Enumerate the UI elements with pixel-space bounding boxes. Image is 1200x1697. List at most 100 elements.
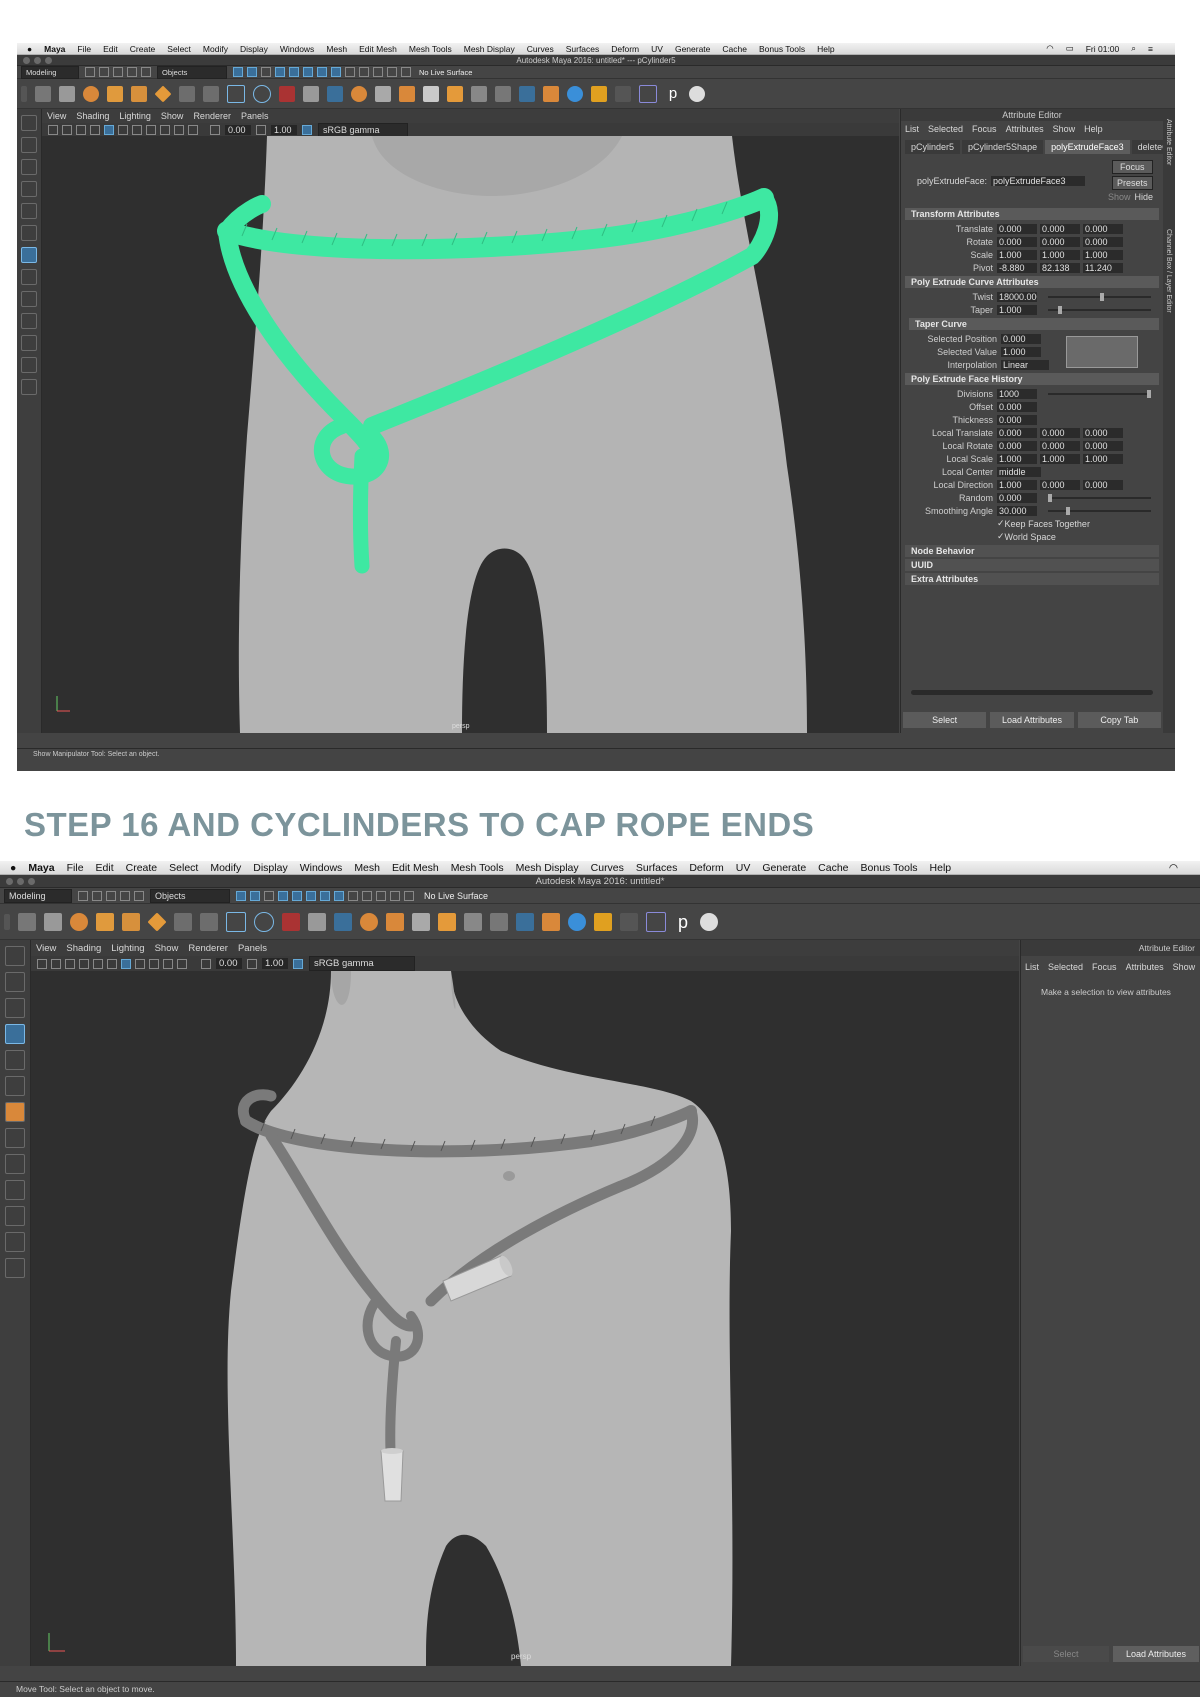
- tab-polyextrudeface3[interactable]: polyExtrudeFace3: [1045, 140, 1130, 154]
- grid-shelf-icon[interactable]: [412, 912, 430, 931]
- ae-menu-focus[interactable]: Focus: [972, 124, 997, 134]
- app-menu[interactable]: Maya: [44, 44, 65, 54]
- copy-tab-button[interactable]: Copy Tab: [1077, 712, 1161, 728]
- single-view-icon[interactable]: [5, 1128, 25, 1148]
- shader-ball-icon[interactable]: [700, 912, 718, 931]
- lock-icon[interactable]: [345, 67, 355, 77]
- exposure-icon[interactable]: [201, 958, 211, 969]
- panel-menu-show[interactable]: Show: [155, 943, 179, 954]
- snap-curve-icon[interactable]: [289, 67, 299, 77]
- battery-icon[interactable]: ▭: [1066, 43, 1074, 54]
- panel-menu-view[interactable]: View: [47, 111, 66, 121]
- lock-icon[interactable]: [348, 890, 358, 901]
- smoothing-slider[interactable]: [1048, 506, 1151, 515]
- grid-toggle-icon[interactable]: [76, 124, 86, 135]
- ipr-icon[interactable]: [387, 67, 397, 77]
- section-taper-curve[interactable]: Taper Curve: [909, 318, 1159, 330]
- gamma-icon[interactable]: [256, 124, 266, 135]
- torus-shelf-icon[interactable]: [351, 85, 367, 102]
- menu-curves[interactable]: Curves: [591, 862, 624, 874]
- script-shelf-icon[interactable]: [279, 85, 295, 102]
- ft-shelf-icon[interactable]: [179, 85, 195, 102]
- undo-icon[interactable]: [120, 890, 130, 901]
- history-icon[interactable]: [362, 890, 372, 901]
- p-shelf-icon[interactable]: p: [665, 85, 681, 102]
- menu-uv[interactable]: UV: [736, 862, 751, 874]
- isolate-icon[interactable]: [174, 124, 184, 135]
- show-button[interactable]: Show: [1108, 192, 1131, 202]
- bookmark-icon[interactable]: [62, 124, 72, 135]
- menu-bonus-tools[interactable]: Bonus Tools: [759, 44, 805, 54]
- select-tool-icon[interactable]: [21, 115, 37, 131]
- clock[interactable]: Fri 01:00: [1086, 44, 1120, 54]
- window-controls[interactable]: [23, 55, 52, 65]
- fire-shelf-icon[interactable]: [591, 85, 607, 102]
- apple-icon[interactable]: ●: [10, 862, 16, 874]
- sphere-shelf-icon[interactable]: [70, 912, 88, 931]
- section-extra-attributes[interactable]: Extra Attributes: [905, 573, 1159, 585]
- new-scene-icon[interactable]: [85, 67, 95, 77]
- cp-shelf-icon[interactable]: [200, 912, 218, 931]
- script-shelf-icon[interactable]: [282, 912, 300, 931]
- grid-shelf-icon[interactable]: [375, 85, 391, 102]
- bridge-shelf-icon[interactable]: [438, 912, 456, 931]
- panel-menu-panels[interactable]: Panels: [241, 111, 269, 121]
- ae-menu-show[interactable]: Show: [1173, 962, 1196, 972]
- shadows-icon[interactable]: [146, 124, 156, 135]
- layout-extra-icon[interactable]: [5, 1258, 25, 1278]
- menu-edit[interactable]: Edit: [103, 44, 118, 54]
- smooth-shade-icon[interactable]: [104, 124, 114, 135]
- snap-curve-icon[interactable]: [292, 890, 302, 901]
- panel-menu-panels[interactable]: Panels: [238, 943, 267, 954]
- bottom-viewport[interactable]: View Shading Lighting Show Renderer Pane…: [31, 940, 1019, 1666]
- ae-menu-attributes[interactable]: Attributes: [1126, 962, 1164, 972]
- smooth-shade-icon[interactable]: [93, 958, 103, 969]
- undo-icon[interactable]: [127, 67, 137, 77]
- lasso-tool-icon[interactable]: [21, 137, 37, 153]
- menu-edit[interactable]: Edit: [96, 862, 114, 874]
- menu-surfaces[interactable]: Surfaces: [566, 44, 600, 54]
- wifi-icon[interactable]: ◠: [1046, 43, 1053, 54]
- select-tool-icon[interactable]: [5, 946, 25, 966]
- menu-curves[interactable]: Curves: [527, 44, 554, 54]
- menu-modify[interactable]: Modify: [203, 44, 228, 54]
- fire-shelf-icon[interactable]: [594, 912, 612, 931]
- ute-shelf-icon[interactable]: [334, 912, 352, 931]
- menu-modify[interactable]: Modify: [210, 862, 241, 874]
- objects-dropdown[interactable]: Objects: [157, 65, 227, 79]
- paint-select-icon[interactable]: [5, 998, 25, 1018]
- snap-surface-icon[interactable]: [334, 890, 344, 901]
- extrude-shelf-icon[interactable]: [399, 85, 415, 102]
- cube-shelf-icon[interactable]: [107, 85, 123, 102]
- gamma-icon[interactable]: [247, 958, 257, 969]
- color-management-icon[interactable]: [293, 958, 303, 969]
- menu-create[interactable]: Create: [126, 862, 158, 874]
- taper-slider[interactable]: [1048, 305, 1151, 314]
- menu-generate[interactable]: Generate: [675, 44, 710, 54]
- side-by-side-icon[interactable]: [5, 1180, 25, 1200]
- list-icon[interactable]: ≡: [1148, 44, 1153, 54]
- cylinder-shelf-icon[interactable]: [131, 85, 147, 102]
- circle-shelf-icon[interactable]: [253, 84, 271, 103]
- colorspace-dropdown[interactable]: sRGB gamma: [309, 956, 415, 971]
- select-hierarchy-icon[interactable]: [236, 890, 246, 901]
- menu-mesh-display[interactable]: Mesh Display: [516, 862, 579, 874]
- extrude-shelf-icon[interactable]: [386, 912, 404, 931]
- side-tab-attribute-editor[interactable]: Attribute Editor: [1165, 119, 1172, 165]
- select-object-icon[interactable]: [247, 67, 257, 77]
- spotlight-icon[interactable]: ⌕: [1131, 43, 1136, 54]
- divisions-slider[interactable]: [1048, 389, 1151, 398]
- bookmark-icon[interactable]: [51, 958, 61, 969]
- menu-edit-mesh[interactable]: Edit Mesh: [392, 862, 439, 874]
- cube-wire-shelf-icon[interactable]: [639, 84, 657, 103]
- snap-grid-icon[interactable]: [278, 890, 288, 901]
- random-slider[interactable]: [1048, 493, 1151, 502]
- select-component-icon[interactable]: [261, 67, 271, 77]
- wireframe-icon[interactable]: [79, 958, 89, 969]
- rotate-tool-icon[interactable]: [5, 1050, 25, 1070]
- menu-edit-mesh[interactable]: Edit Mesh: [359, 44, 397, 54]
- section-node-behavior[interactable]: Node Behavior: [905, 545, 1159, 557]
- keep-faces-checkbox[interactable]: ✓ Keep Faces Together: [905, 517, 1159, 530]
- shadows-icon[interactable]: [135, 958, 145, 969]
- render-settings-icon[interactable]: [404, 890, 414, 901]
